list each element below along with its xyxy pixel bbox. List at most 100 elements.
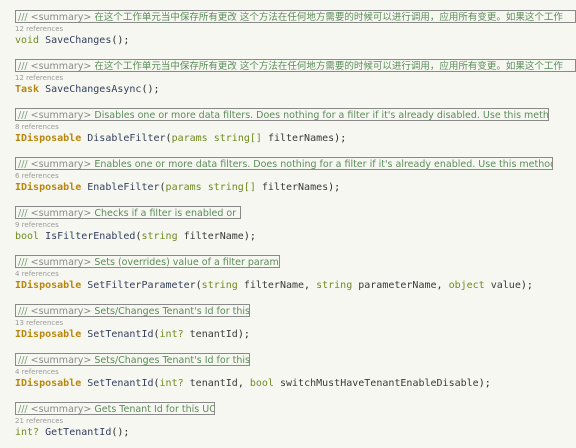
method-name: GetTenantId	[45, 427, 112, 438]
return-type: bool	[15, 231, 40, 242]
comment-slashes: ///	[18, 208, 31, 219]
method-name: SaveChangesAsync	[45, 84, 142, 95]
signature-end: );	[237, 329, 250, 340]
signature-end: );	[147, 84, 160, 95]
param-type: string	[316, 280, 353, 291]
return-type: IDisposable	[15, 182, 82, 193]
method-name: SetTenantId	[87, 329, 154, 340]
member-block: /// <summary> Checks if a filter is enab…	[15, 206, 576, 255]
comment-slashes: ///	[18, 159, 31, 170]
summary-tag: <summary>	[30, 61, 95, 72]
method-signature[interactable]: IDisposable EnableFilter(params string[]…	[15, 181, 340, 195]
param-type: string[]	[213, 133, 262, 144]
references-codelens[interactable]: 13 references	[15, 319, 63, 327]
method-signature[interactable]: IDisposable SetTenantId(int? tenantId, b…	[15, 377, 491, 391]
references-codelens[interactable]: 9 references	[15, 221, 59, 229]
method-name: SaveChanges	[45, 35, 112, 46]
summary-tag: <summary>	[30, 110, 95, 121]
return-type: int?	[15, 427, 40, 438]
signature-end: );	[117, 427, 130, 438]
comment-slashes: ///	[18, 61, 31, 72]
member-block: /// <summary> Sets/Changes Tenant's Id f…	[15, 353, 576, 402]
summary-comment-collapsed[interactable]: /// <summary> Disables one or more data …	[15, 108, 549, 121]
param-type: string	[141, 231, 178, 242]
summary-tag: <summary>	[30, 404, 95, 415]
references-codelens[interactable]: 8 references	[15, 123, 59, 131]
summary-text: Disables one or more data filters. Does …	[94, 110, 549, 121]
param-name: tenantId	[189, 329, 238, 340]
method-signature[interactable]: int? GetTenantId();	[15, 426, 129, 440]
summary-tag: <summary>	[30, 257, 95, 268]
param-name: value	[490, 280, 521, 291]
param-type: string	[201, 280, 238, 291]
param-type: object	[448, 280, 485, 291]
param-type: int?	[159, 329, 184, 340]
method-name: DisableFilter	[87, 133, 166, 144]
signature-end: );	[328, 182, 341, 193]
summary-comment-collapsed[interactable]: /// <summary> 在这个工作单元当中保存所有更改 这个方法在任何地方需…	[15, 59, 576, 72]
summary-comment-collapsed[interactable]: /// <summary> 在这个工作单元当中保存所有更改 这个方法在任何地方需…	[15, 10, 576, 23]
summary-text: Gets Tenant Id for this UOW.	[94, 404, 215, 415]
summary-comment-collapsed[interactable]: /// <summary> Checks if a filter is enab…	[15, 206, 241, 219]
references-codelens[interactable]: 12 references	[15, 74, 63, 82]
summary-comment-collapsed[interactable]: /// <summary> Sets/Changes Tenant's Id f…	[15, 353, 250, 366]
method-signature[interactable]: Task SaveChangesAsync();	[15, 83, 160, 97]
member-block: /// <summary> Sets/Changes Tenant's Id f…	[15, 304, 576, 353]
signature-end: );	[334, 133, 347, 144]
comma: ,	[304, 280, 317, 291]
summary-comment-collapsed[interactable]: /// <summary> Sets (overrides) value of …	[15, 255, 280, 268]
references-codelens[interactable]: 21 references	[15, 417, 63, 425]
method-name: SetTenantId	[87, 378, 154, 389]
summary-text: 在这个工作单元当中保存所有更改 这个方法在任何地方需要的时候可以进行调用，应用所…	[94, 61, 563, 72]
references-codelens[interactable]: 6 references	[15, 172, 59, 180]
param-name: filterNames	[267, 133, 335, 144]
summary-text: Checks if a filter is enabled or not.	[94, 208, 240, 219]
param-modifier: params	[171, 133, 208, 144]
member-block: /// <summary> Disables one or more data …	[15, 108, 576, 157]
method-name: SetFilterParameter	[87, 280, 196, 291]
summary-tag: <summary>	[30, 306, 95, 317]
comment-slashes: ///	[18, 12, 31, 23]
code-editor[interactable]: /// <summary> 在这个工作单元当中保存所有更改 这个方法在任何地方需…	[0, 0, 576, 448]
return-type: void	[15, 35, 40, 46]
summary-tag: <summary>	[30, 208, 95, 219]
param-name: switchMustHaveTenantEnableDisable	[280, 378, 479, 389]
method-name: EnableFilter	[87, 182, 160, 193]
summary-text: Sets/Changes Tenant's Id for this UOW.	[94, 306, 250, 317]
member-block: /// <summary> Enables one or more data f…	[15, 157, 576, 206]
summary-comment-collapsed[interactable]: /// <summary> Gets Tenant Id for this UO…	[15, 402, 215, 415]
param-name: parameterName	[358, 280, 437, 291]
method-signature[interactable]: bool IsFilterEnabled(string filterName);	[15, 230, 256, 244]
references-codelens[interactable]: 12 references	[15, 25, 63, 33]
summary-comment-collapsed[interactable]: /// <summary> Enables one or more data f…	[15, 157, 553, 170]
references-codelens[interactable]: 4 references	[15, 270, 59, 278]
method-signature[interactable]: IDisposable SetFilterParameter(string fi…	[15, 279, 533, 293]
references-codelens[interactable]: 4 references	[15, 368, 59, 376]
comma: ,	[237, 378, 250, 389]
comment-slashes: ///	[18, 110, 31, 121]
summary-text: Sets (overrides) value of a filter param…	[94, 257, 280, 268]
return-type: Task	[15, 84, 40, 95]
method-signature[interactable]: IDisposable SetTenantId(int? tenantId);	[15, 328, 250, 342]
return-type: IDisposable	[15, 329, 82, 340]
member-block: /// <summary> Gets Tenant Id for this UO…	[15, 402, 576, 448]
summary-text: 在这个工作单元当中保存所有更改 这个方法在任何地方需要的时候可以进行调用，应用所…	[94, 12, 563, 23]
param-type: string[]	[207, 182, 256, 193]
summary-text: Sets/Changes Tenant's Id for this UOW.	[94, 355, 250, 366]
summary-comment-collapsed[interactable]: /// <summary> Sets/Changes Tenant's Id f…	[15, 304, 250, 317]
method-signature[interactable]: IDisposable DisableFilter(params string[…	[15, 132, 346, 146]
comment-slashes: ///	[18, 355, 31, 366]
member-block: /// <summary> 在这个工作单元当中保存所有更改 这个方法在任何地方需…	[15, 10, 576, 59]
return-type: IDisposable	[15, 378, 82, 389]
summary-text: Enables one or more data filters. Does n…	[94, 159, 553, 170]
return-type: IDisposable	[15, 280, 82, 291]
param-modifier: params	[165, 182, 202, 193]
comment-slashes: ///	[18, 306, 31, 317]
param-name: filterName	[183, 231, 244, 242]
param-type: bool	[249, 378, 274, 389]
summary-tag: <summary>	[30, 355, 95, 366]
param-type: int?	[159, 378, 184, 389]
method-signature[interactable]: void SaveChanges();	[15, 34, 129, 48]
signature-end: );	[117, 35, 130, 46]
member-block: /// <summary> Sets (overrides) value of …	[15, 255, 576, 304]
